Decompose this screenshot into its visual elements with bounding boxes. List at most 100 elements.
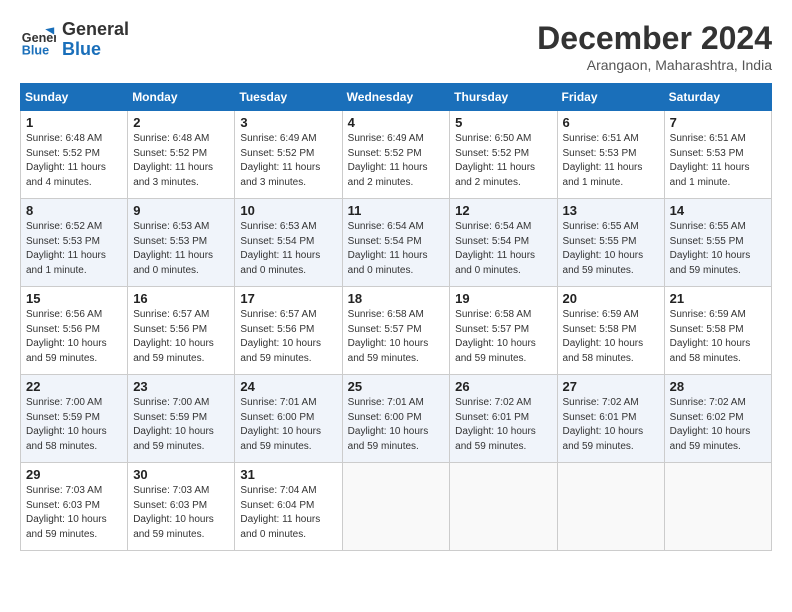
page-header: General Blue General Blue December 2024 … — [20, 20, 772, 73]
calendar-cell: 26Sunrise: 7:02 AM Sunset: 6:01 PM Dayli… — [450, 375, 557, 463]
calendar-cell: 30Sunrise: 7:03 AM Sunset: 6:03 PM Dayli… — [128, 463, 235, 551]
calendar-cell: 20 Sunrise: 6:59 AM Sunset: 5:58 PM Dayli… — [557, 287, 664, 375]
month-year-title: December 2024 — [537, 20, 772, 57]
day-info: Sunrise: 6:48 AM Sunset: 5:52 PM Dayligh… — [26, 132, 122, 190]
day-info: Sunrise: 6:51 AM Sunset: 5:53 PM Dayligh… — [670, 132, 766, 190]
day-info: Sunrise: 6:57 AM Sunset: 5:56 PM Dayligh… — [133, 308, 229, 366]
day-info: Sunrise: 6:53 AM Sunset: 5:53 PM Dayligh… — [133, 220, 229, 278]
logo-text: General Blue — [62, 20, 129, 60]
day-number: 15 — [26, 291, 122, 306]
weekday-header-thursday: Thursday — [450, 84, 557, 111]
title-block: December 2024 Arangaon, Maharashtra, Ind… — [537, 20, 772, 73]
calendar-cell: 4 Sunrise: 6:49 AM Sunset: 5:52 PM Daylig… — [342, 111, 450, 199]
calendar-cell: 12 Sunrise: 6:54 AM Sunset: 5:54 PM Dayli… — [450, 199, 557, 287]
calendar-cell: 10 Sunrise: 6:53 AM Sunset: 5:54 PM Dayli… — [235, 199, 342, 287]
day-info: Sunrise: 6:49 AM Sunset: 5:52 PM Dayligh… — [240, 132, 336, 190]
day-info: Sunrise: 7:04 AM Sunset: 6:04 PM Dayligh… — [240, 484, 336, 542]
calendar-cell: 29 Sunrise: 7:03 AM Sunset: 6:03 PM Dayli… — [21, 463, 128, 551]
day-info: Sunrise: 6:54 AM Sunset: 5:54 PM Dayligh… — [348, 220, 445, 278]
calendar-cell: 27 Sunrise: 7:02 AM Sunset: 6:01 PM Dayli… — [557, 375, 664, 463]
day-info: Sunrise: 7:03 AM Sunset: 6:03 PM Dayligh… — [133, 484, 229, 542]
weekday-header-sunday: Sunday — [21, 84, 128, 111]
calendar-cell: 9 Sunrise: 6:53 AM Sunset: 5:53 PM Daylig… — [128, 199, 235, 287]
day-info: Sunrise: 7:01 AM Sunset: 6:00 PM Dayligh… — [348, 396, 445, 454]
calendar-cell: 6 Sunrise: 6:51 AM Sunset: 5:53 PM Daylig… — [557, 111, 664, 199]
day-info: Sunrise: 6:57 AM Sunset: 5:56 PM Dayligh… — [240, 308, 336, 366]
location-subtitle: Arangaon, Maharashtra, India — [537, 57, 772, 73]
day-info: Sunrise: 6:53 AM Sunset: 5:54 PM Dayligh… — [240, 220, 336, 278]
day-info: Sunrise: 6:55 AM Sunset: 5:55 PM Dayligh… — [670, 220, 766, 278]
calendar-cell: 22Sunrise: 7:00 AM Sunset: 5:59 PM Dayli… — [21, 375, 128, 463]
logo-icon: General Blue — [20, 22, 56, 58]
calendar-cell: 16Sunrise: 6:57 AM Sunset: 5:56 PM Dayli… — [128, 287, 235, 375]
day-number: 18 — [348, 291, 445, 306]
calendar-cell: 11Sunrise: 6:54 AM Sunset: 5:54 PM Dayli… — [342, 199, 450, 287]
day-number: 29 — [26, 467, 122, 482]
calendar-header-row: SundayMondayTuesdayWednesdayThursdayFrid… — [21, 84, 772, 111]
calendar-cell: 25 Sunrise: 7:01 AM Sunset: 6:00 PM Dayli… — [342, 375, 450, 463]
day-info: Sunrise: 6:56 AM Sunset: 5:56 PM Dayligh… — [26, 308, 122, 366]
calendar-cell — [664, 463, 771, 551]
day-number: 14 — [670, 203, 766, 218]
day-number: 21 — [670, 291, 766, 306]
day-info: Sunrise: 6:58 AM Sunset: 5:57 PM Dayligh… — [455, 308, 551, 366]
day-info: Sunrise: 7:02 AM Sunset: 6:01 PM Dayligh… — [563, 396, 659, 454]
day-info: Sunrise: 6:48 AM Sunset: 5:52 PM Dayligh… — [133, 132, 229, 190]
calendar-cell: 5 Sunrise: 6:50 AM Sunset: 5:52 PM Daylig… — [450, 111, 557, 199]
day-number: 6 — [563, 115, 659, 130]
day-number: 5 — [455, 115, 551, 130]
calendar-cell: 14 Sunrise: 6:55 AM Sunset: 5:55 PM Dayli… — [664, 199, 771, 287]
calendar-cell: 17 Sunrise: 6:57 AM Sunset: 5:56 PM Dayli… — [235, 287, 342, 375]
calendar-cell: 8 Sunrise: 6:52 AM Sunset: 5:53 PM Daylig… — [21, 199, 128, 287]
day-info: Sunrise: 6:49 AM Sunset: 5:52 PM Dayligh… — [348, 132, 445, 190]
day-number: 17 — [240, 291, 336, 306]
day-info: Sunrise: 6:52 AM Sunset: 5:53 PM Dayligh… — [26, 220, 122, 278]
day-number: 19 — [455, 291, 551, 306]
weekday-header-friday: Friday — [557, 84, 664, 111]
day-number: 3 — [240, 115, 336, 130]
day-number: 12 — [455, 203, 551, 218]
day-number: 10 — [240, 203, 336, 218]
day-info: Sunrise: 7:02 AM Sunset: 6:02 PM Dayligh… — [670, 396, 766, 454]
calendar-week-row: 1Sunrise: 6:48 AM Sunset: 5:52 PM Daylig… — [21, 111, 772, 199]
calendar-cell: 1Sunrise: 6:48 AM Sunset: 5:52 PM Daylig… — [21, 111, 128, 199]
weekday-header-saturday: Saturday — [664, 84, 771, 111]
day-number: 2 — [133, 115, 229, 130]
calendar-cell: 15 Sunrise: 6:56 AM Sunset: 5:56 PM Dayli… — [21, 287, 128, 375]
day-info: Sunrise: 6:59 AM Sunset: 5:58 PM Dayligh… — [563, 308, 659, 366]
day-number: 8 — [26, 203, 122, 218]
day-number: 24 — [240, 379, 336, 394]
calendar-week-row: 22Sunrise: 7:00 AM Sunset: 5:59 PM Dayli… — [21, 375, 772, 463]
calendar-cell — [450, 463, 557, 551]
calendar-cell: 21Sunrise: 6:59 AM Sunset: 5:58 PM Dayli… — [664, 287, 771, 375]
day-info: Sunrise: 7:00 AM Sunset: 5:59 PM Dayligh… — [26, 396, 122, 454]
calendar-cell: 13Sunrise: 6:55 AM Sunset: 5:55 PM Dayli… — [557, 199, 664, 287]
day-info: Sunrise: 7:00 AM Sunset: 5:59 PM Dayligh… — [133, 396, 229, 454]
calendar-cell: 23 Sunrise: 7:00 AM Sunset: 5:59 PM Dayli… — [128, 375, 235, 463]
day-info: Sunrise: 6:51 AM Sunset: 5:53 PM Dayligh… — [563, 132, 659, 190]
day-number: 26 — [455, 379, 551, 394]
svg-text:Blue: Blue — [22, 43, 49, 57]
weekday-header-wednesday: Wednesday — [342, 84, 450, 111]
calendar-cell: 18 Sunrise: 6:58 AM Sunset: 5:57 PM Dayli… — [342, 287, 450, 375]
day-info: Sunrise: 6:55 AM Sunset: 5:55 PM Dayligh… — [563, 220, 659, 278]
day-number: 7 — [670, 115, 766, 130]
weekday-header-tuesday: Tuesday — [235, 84, 342, 111]
calendar-cell: 3 Sunrise: 6:49 AM Sunset: 5:52 PM Daylig… — [235, 111, 342, 199]
day-number: 27 — [563, 379, 659, 394]
day-number: 20 — [563, 291, 659, 306]
day-number: 28 — [670, 379, 766, 394]
calendar-cell: 24Sunrise: 7:01 AM Sunset: 6:00 PM Dayli… — [235, 375, 342, 463]
calendar-week-row: 8 Sunrise: 6:52 AM Sunset: 5:53 PM Daylig… — [21, 199, 772, 287]
day-number: 25 — [348, 379, 445, 394]
day-info: Sunrise: 6:58 AM Sunset: 5:57 PM Dayligh… — [348, 308, 445, 366]
day-number: 9 — [133, 203, 229, 218]
day-info: Sunrise: 6:54 AM Sunset: 5:54 PM Dayligh… — [455, 220, 551, 278]
day-number: 4 — [348, 115, 445, 130]
calendar-body: 1Sunrise: 6:48 AM Sunset: 5:52 PM Daylig… — [21, 111, 772, 551]
day-number: 23 — [133, 379, 229, 394]
calendar-week-row: 29 Sunrise: 7:03 AM Sunset: 6:03 PM Dayli… — [21, 463, 772, 551]
day-info: Sunrise: 6:50 AM Sunset: 5:52 PM Dayligh… — [455, 132, 551, 190]
calendar-cell: 7 Sunrise: 6:51 AM Sunset: 5:53 PM Daylig… — [664, 111, 771, 199]
day-info: Sunrise: 7:03 AM Sunset: 6:03 PM Dayligh… — [26, 484, 122, 542]
